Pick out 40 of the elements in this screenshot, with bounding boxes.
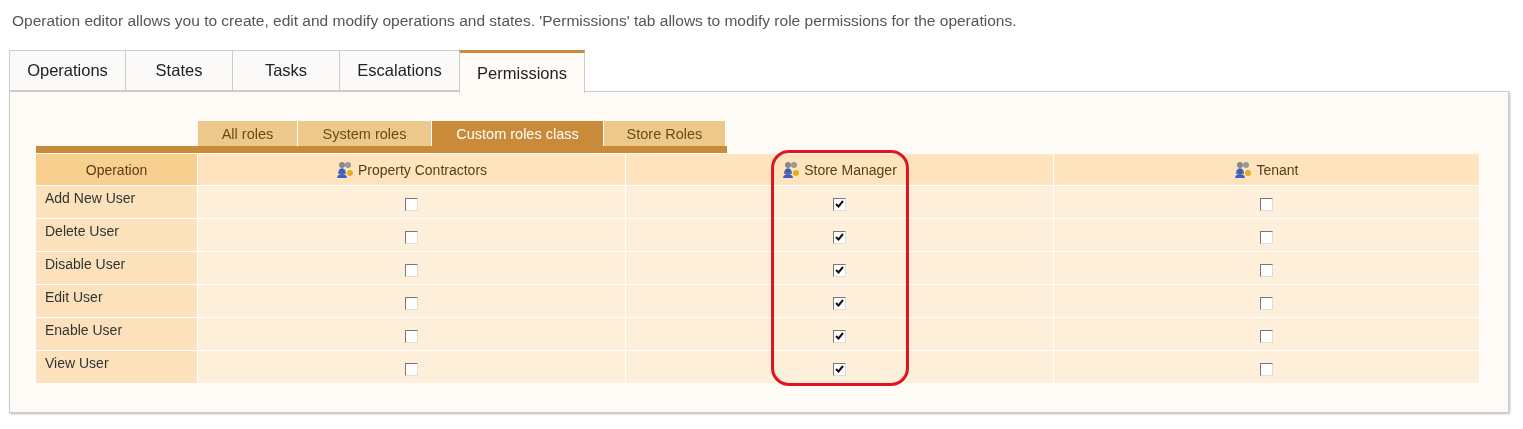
checkbox[interactable] — [405, 362, 418, 376]
checkbox[interactable] — [405, 230, 418, 244]
checkbox[interactable] — [833, 329, 846, 343]
checkbox[interactable] — [405, 263, 418, 277]
checkbox[interactable] — [405, 197, 418, 211]
checkbox[interactable] — [1260, 263, 1273, 277]
role-name: Property Contractors — [357, 161, 488, 178]
checkbox[interactable] — [405, 329, 418, 343]
role-tab[interactable]: Store Roles — [604, 121, 726, 146]
checkbox[interactable] — [1260, 197, 1273, 211]
tab[interactable]: Tasks — [232, 50, 339, 91]
tab[interactable]: Permissions — [459, 50, 585, 93]
operation-name: Disable User — [36, 252, 198, 285]
column-header: Operation — [36, 154, 198, 186]
role-name: Store Manager — [804, 161, 897, 178]
operation-name: Delete User — [36, 219, 198, 252]
checkbox[interactable] — [833, 197, 846, 211]
checkbox[interactable] — [1260, 296, 1273, 310]
checkbox[interactable] — [1260, 230, 1273, 244]
tab[interactable]: Escalations — [339, 50, 459, 91]
operation-name: View User — [36, 351, 198, 384]
tab[interactable]: Operations — [9, 50, 125, 91]
checkbox[interactable] — [405, 296, 418, 310]
checkbox[interactable] — [833, 362, 846, 376]
role-tab[interactable]: System roles — [298, 121, 432, 146]
user-group-icon — [782, 161, 801, 178]
checkbox[interactable] — [833, 230, 846, 244]
role-name: Tenant — [1256, 161, 1299, 178]
role-tab[interactable]: All roles — [198, 121, 298, 146]
operation-name: Edit User — [36, 285, 198, 318]
operation-name: Enable User — [36, 318, 198, 351]
user-group-icon — [335, 161, 354, 178]
operation-name: Add New User — [36, 186, 198, 219]
user-group-icon — [1234, 161, 1253, 178]
checkbox[interactable] — [1260, 362, 1273, 376]
description-text: Operation editor allows you to create, edit and modify operations and states. 'Permissions' tab allows to modify role permissions for the operations. — [11, 11, 1018, 31]
checkbox[interactable] — [833, 296, 846, 310]
tab[interactable]: States — [125, 50, 232, 91]
checkbox[interactable] — [1260, 329, 1273, 343]
checkbox[interactable] — [833, 263, 846, 277]
